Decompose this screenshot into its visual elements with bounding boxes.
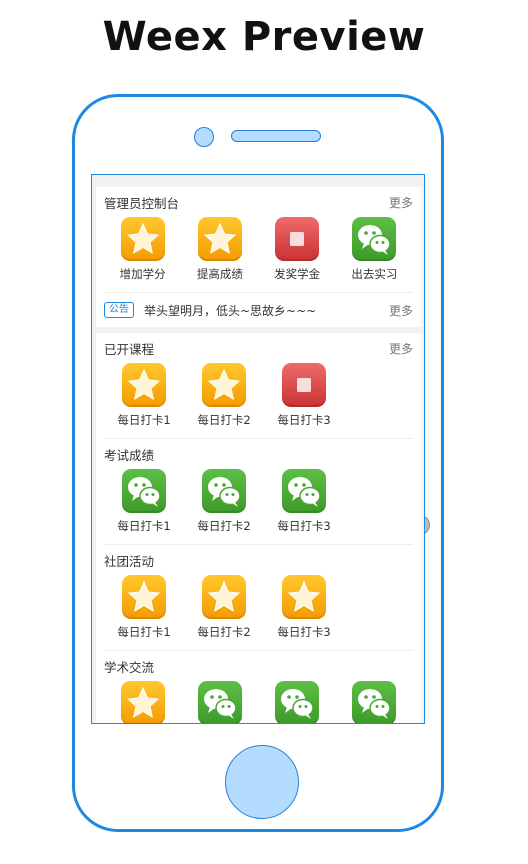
exam-item-3[interactable]: 每日打卡3 [264,469,344,534]
item-label: 每日打卡3 [277,413,331,427]
star-icon [122,363,166,407]
item-label: 每日打卡2 [197,413,251,427]
admin-item-add-credit[interactable]: 增加学分 [104,217,181,282]
exams-grid: 每日打卡1 每日打卡2 每日打卡3 [104,469,413,544]
home-button[interactable] [225,745,299,819]
wechat-icon [202,469,246,513]
screen-content: 管理员控制台 更多 增加学分 提高成绩 发奖学金 出去实习 公告 举头望明月，低… [96,179,421,723]
courses-title: 已开课程 [104,341,155,357]
notice-bar[interactable]: 公告 举头望明月，低头~思故乡~~~ 更多 [104,292,413,327]
admin-grid: 增加学分 提高成绩 发奖学金 出去实习 [104,217,413,292]
exams-header: 考试成绩 [104,439,413,469]
item-label: 每日打卡2 [197,625,251,639]
item-label: 每日打卡3 [277,519,331,533]
academic-grid [104,681,413,723]
exam-item-2[interactable]: 每日打卡2 [184,469,264,534]
item-label: 出去实习 [351,267,398,281]
item-label: 每日打卡3 [277,625,331,639]
wechat-icon [352,681,397,723]
item-label: 提高成绩 [196,267,243,281]
admin-section: 管理员控制台 更多 增加学分 提高成绩 发奖学金 出去实习 公告 举头望明月，低… [96,187,421,327]
admin-header: 管理员控制台 更多 [104,187,413,217]
academic-item-2[interactable] [181,681,258,723]
wechat-icon [197,681,242,723]
academic-item-4[interactable] [336,681,413,723]
notice-more-link[interactable]: 更多 [389,302,413,319]
courses-section: 已开课程 更多 每日打卡1 每日打卡2 每日打卡3 考试成绩 每日打卡1 每日打… [96,333,421,723]
admin-title: 管理员控制台 [104,195,180,211]
courses-header: 已开课程 更多 [104,333,413,363]
star-icon [202,363,246,407]
exams-title: 考试成绩 [104,447,155,463]
item-label: 每日打卡2 [197,519,251,533]
club-item-1[interactable]: 每日打卡1 [104,575,184,640]
item-label: 每日打卡1 [117,625,171,639]
star-icon [120,217,165,261]
club-item-2[interactable]: 每日打卡2 [184,575,264,640]
admin-item-internship[interactable]: 出去实习 [336,217,413,282]
speaker-icon [231,130,321,142]
item-label: 发奖学金 [274,267,321,281]
clubs-title: 社团活动 [104,553,155,569]
academic-header: 学术交流 [104,651,413,681]
item-label: 每日打卡1 [117,519,171,533]
star-icon [122,575,166,619]
item-label: 增加学分 [119,267,166,281]
camera-icon [194,127,214,147]
wechat-icon [275,681,320,723]
star-icon [202,575,246,619]
courses-grid: 每日打卡1 每日打卡2 每日打卡3 [104,363,413,438]
page-title: Weex Preview [102,14,426,60]
stop-icon [275,217,320,261]
star-icon [197,217,242,261]
course-item-1[interactable]: 每日打卡1 [104,363,184,428]
club-item-3[interactable]: 每日打卡3 [264,575,344,640]
admin-item-improve-grades[interactable]: 提高成绩 [181,217,258,282]
clubs-header: 社团活动 [104,545,413,575]
notice-badge: 公告 [104,302,134,318]
course-item-2[interactable]: 每日打卡2 [184,363,264,428]
phone-frame: 管理员控制台 更多 增加学分 提高成绩 发奖学金 出去实习 公告 举头望明月，低… [72,94,444,832]
wechat-icon [122,469,166,513]
admin-item-scholarship[interactable]: 发奖学金 [259,217,336,282]
wechat-icon [282,469,326,513]
course-item-3[interactable]: 每日打卡3 [264,363,344,428]
item-label: 每日打卡1 [117,413,171,427]
top-spacer [96,179,421,187]
star-icon [282,575,326,619]
clubs-grid: 每日打卡1 每日打卡2 每日打卡3 [104,575,413,650]
wechat-icon [352,217,397,261]
admin-more-link[interactable]: 更多 [389,194,413,211]
phone-screen: 管理员控制台 更多 增加学分 提高成绩 发奖学金 出去实习 公告 举头望明月，低… [91,174,425,724]
academic-title: 学术交流 [104,659,155,675]
notice-text: 举头望明月，低头~思故乡~~~ [144,303,317,318]
courses-more-link[interactable]: 更多 [389,340,413,357]
academic-item-1[interactable] [104,681,181,723]
exam-item-1[interactable]: 每日打卡1 [104,469,184,534]
academic-item-3[interactable] [259,681,336,723]
star-icon [120,681,165,723]
stop-icon [282,363,326,407]
